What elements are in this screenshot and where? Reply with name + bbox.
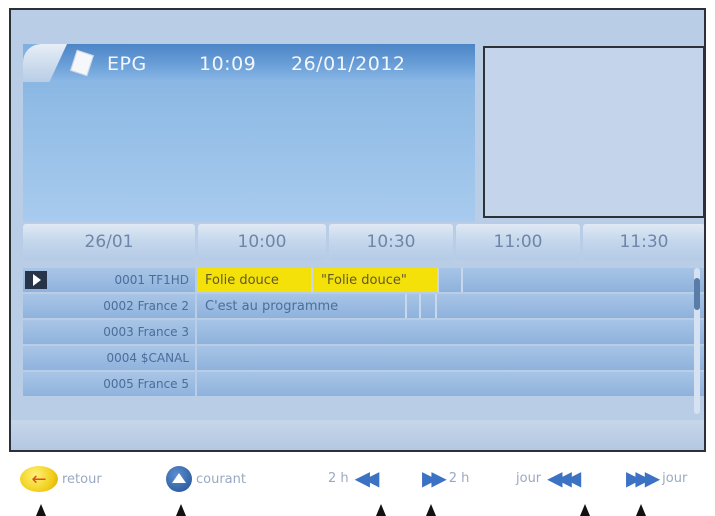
current-label: courant bbox=[196, 471, 246, 487]
triple-left-arrow-icon: ◀◀◀ bbox=[547, 466, 581, 490]
channel-row[interactable]: 0001 TF1HD Folie douce "Folie douce" bbox=[23, 268, 704, 292]
time-slot: 10:00 bbox=[198, 224, 326, 260]
program-cell[interactable] bbox=[421, 294, 437, 318]
program-cell[interactable]: Folie douce bbox=[197, 268, 313, 292]
epg-title: EPG bbox=[107, 53, 147, 75]
pointer-marker bbox=[36, 504, 46, 516]
back-key[interactable]: ← retour bbox=[20, 466, 102, 492]
title-bar: EPG 10:09 26/01/2012 bbox=[23, 44, 475, 82]
program-cell[interactable] bbox=[439, 268, 463, 292]
channel-cell[interactable]: 0001 TF1HD bbox=[23, 268, 195, 292]
program-cell[interactable]: "Folie douce" bbox=[313, 268, 439, 292]
channel-cell[interactable]: 0004 $CANAL bbox=[23, 346, 195, 370]
program-cell[interactable] bbox=[407, 294, 421, 318]
left-arrow-icon: ← bbox=[20, 466, 58, 492]
plus-2h-label: 2 h bbox=[448, 470, 470, 486]
time-slot: 10:30 bbox=[329, 224, 453, 260]
program-strip bbox=[197, 320, 704, 344]
channel-row[interactable]: 0002 France 2 C'est au programme bbox=[23, 294, 704, 318]
channel-cell[interactable]: 0003 France 3 bbox=[23, 320, 195, 344]
pointer-marker bbox=[636, 504, 646, 516]
play-icon bbox=[25, 271, 47, 289]
bottom-info-strip bbox=[11, 420, 704, 450]
scrollbar[interactable] bbox=[694, 268, 700, 414]
scroll-thumb[interactable] bbox=[694, 278, 700, 310]
channel-cell[interactable]: 0005 France 5 bbox=[23, 372, 195, 396]
current-time: 10:09 bbox=[199, 53, 257, 75]
program-cell[interactable] bbox=[463, 268, 704, 292]
video-preview bbox=[483, 46, 704, 218]
prev-day-label: jour bbox=[516, 470, 542, 486]
channel-cell[interactable]: 0002 France 2 bbox=[23, 294, 195, 318]
program-strip bbox=[197, 372, 704, 396]
pointer-marker bbox=[580, 504, 590, 516]
current-date: 26/01/2012 bbox=[291, 53, 406, 75]
epg-page-icon bbox=[70, 49, 94, 77]
prev-day-key[interactable]: jour ◀◀◀ bbox=[516, 466, 581, 490]
timeline-date: 26/01 bbox=[23, 224, 195, 260]
back-label: retour bbox=[62, 471, 102, 487]
epg-grid: 0001 TF1HD Folie douce "Folie douce" 000… bbox=[23, 268, 704, 398]
channel-row[interactable]: 0004 $CANAL bbox=[23, 346, 704, 370]
program-strip: C'est au programme bbox=[197, 294, 704, 318]
timeline-header: 26/01 10:00 10:30 11:00 11:30 bbox=[23, 224, 704, 264]
pointer-marker bbox=[376, 504, 386, 516]
pointer-marker bbox=[426, 504, 436, 516]
double-right-arrow-icon: ▶▶ bbox=[422, 466, 447, 490]
next-day-label: jour bbox=[662, 470, 688, 486]
channel-row[interactable]: 0003 France 3 bbox=[23, 320, 704, 344]
minus-2h-key[interactable]: 2 h ◀◀ bbox=[328, 466, 380, 490]
time-slot: 11:30 bbox=[583, 224, 704, 260]
pointer-marker bbox=[176, 504, 186, 516]
program-cell[interactable]: C'est au programme bbox=[197, 294, 407, 318]
next-day-key[interactable]: ▶▶▶ jour bbox=[626, 466, 687, 490]
up-triangle-icon bbox=[166, 466, 192, 492]
minus-2h-label: 2 h bbox=[328, 470, 349, 486]
triple-right-arrow-icon: ▶▶▶ bbox=[626, 466, 660, 490]
current-key[interactable]: courant bbox=[166, 466, 246, 492]
back-notch bbox=[23, 44, 67, 82]
time-slot: 11:00 bbox=[456, 224, 580, 260]
program-strip: Folie douce "Folie douce" bbox=[197, 268, 704, 292]
double-left-arrow-icon: ◀◀ bbox=[354, 466, 380, 490]
program-strip bbox=[197, 346, 704, 370]
channel-row[interactable]: 0005 France 5 bbox=[23, 372, 704, 396]
key-legend: ← retour courant 2 h ◀◀ ▶▶ 2 h jour ◀◀◀ … bbox=[0, 456, 715, 516]
plus-2h-key[interactable]: ▶▶ 2 h bbox=[422, 466, 469, 490]
epg-screen: EPG 10:09 26/01/2012 26/01 10:00 10:30 1… bbox=[9, 8, 706, 452]
channel-label: 0001 TF1HD bbox=[114, 273, 189, 287]
program-cell[interactable] bbox=[437, 294, 704, 318]
